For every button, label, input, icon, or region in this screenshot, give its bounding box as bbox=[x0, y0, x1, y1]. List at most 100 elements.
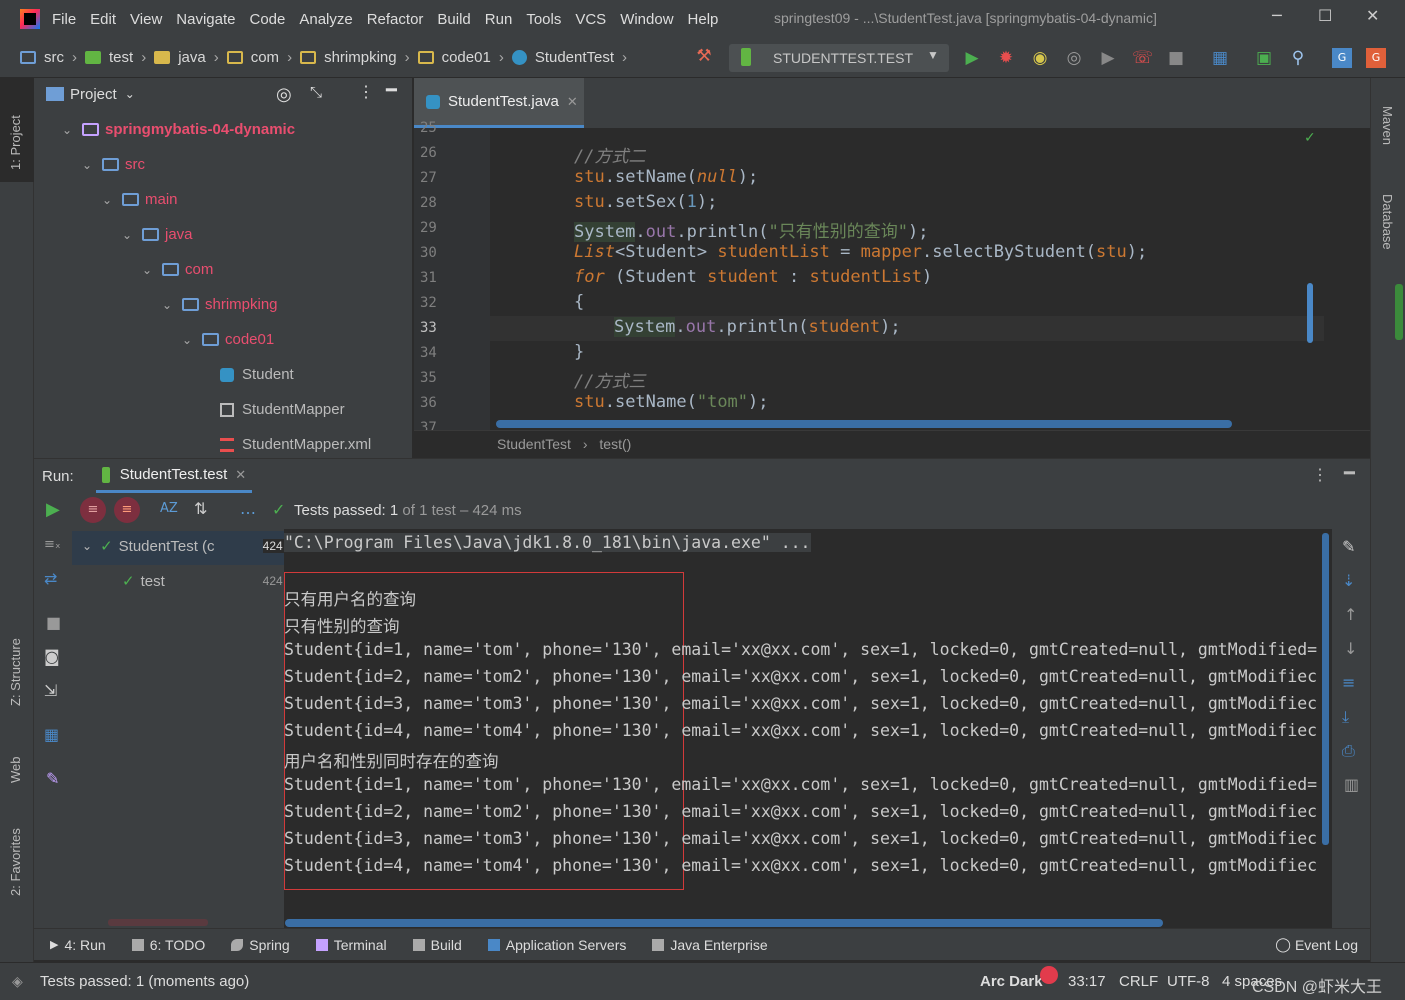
editor-tab-studenttest[interactable]: StudentTest.java ✕ bbox=[414, 78, 584, 128]
tool-tab-todo[interactable]: 6: TODO bbox=[131, 937, 205, 953]
translate-plugin-icon[interactable]: G bbox=[1366, 48, 1386, 68]
menu-analyze[interactable]: Analyze bbox=[299, 11, 352, 28]
horizontal-scrollbar[interactable] bbox=[496, 420, 1232, 428]
menu-view[interactable]: View bbox=[130, 11, 162, 28]
menu-edit[interactable]: Edit bbox=[90, 11, 116, 28]
tree-item-src[interactable]: ⌄ src bbox=[82, 147, 145, 182]
rerun-icon[interactable]: ▶ bbox=[46, 499, 60, 520]
arrow-up-icon[interactable]: ↑ bbox=[1344, 605, 1357, 624]
breadcrumb-code01[interactable]: code01 › bbox=[417, 49, 504, 66]
profile-icon[interactable]: ◎ bbox=[1064, 48, 1084, 68]
breadcrumb-studenttest[interactable]: StudentTest › bbox=[511, 49, 627, 66]
menu-refactor[interactable]: Refactor bbox=[367, 11, 424, 28]
breadcrumb-java[interactable]: java › bbox=[154, 49, 219, 66]
minimize-icon[interactable]: ─ bbox=[1272, 6, 1282, 25]
tool-tab-event-log[interactable]: ◯ Event Log bbox=[1275, 936, 1358, 953]
export-icon[interactable]: ⇲ bbox=[44, 681, 57, 700]
breadcrumb-method[interactable]: test() bbox=[599, 436, 631, 452]
build-hammer-icon[interactable]: ⚒ bbox=[694, 46, 714, 66]
tool-tab-web[interactable]: Web bbox=[8, 757, 23, 784]
code-line-27[interactable]: stu.setName(null); bbox=[574, 167, 758, 187]
tree-item-shrimpking[interactable]: ⌄ shrimpking bbox=[162, 287, 278, 322]
toggle-autotest-icon[interactable]: ⇄ bbox=[44, 569, 57, 588]
translate-icon[interactable]: G bbox=[1332, 48, 1352, 68]
sort-icon[interactable]: ⇣ bbox=[1342, 571, 1355, 590]
console-horizontal-scrollbar[interactable] bbox=[285, 919, 1163, 927]
tool-tab-terminal[interactable]: Terminal bbox=[315, 937, 387, 953]
code-line-33[interactable]: System.out.println(student); bbox=[614, 317, 901, 337]
trash-icon[interactable]: ▥ bbox=[1344, 775, 1359, 794]
code-line-35[interactable]: //方式三 bbox=[574, 367, 645, 392]
pin-icon[interactable]: ✎ bbox=[46, 769, 59, 788]
tree-item-com[interactable]: ⌄ com bbox=[142, 252, 213, 287]
menu-vcs[interactable]: VCS bbox=[575, 11, 606, 28]
theme-indicator[interactable]: Arc Dark bbox=[980, 973, 1043, 990]
terminal-icon[interactable]: ▣ bbox=[1254, 48, 1274, 68]
locate-icon[interactable]: ◎ bbox=[276, 84, 292, 105]
run-dashboard-icon[interactable]: ▶ bbox=[1098, 48, 1118, 68]
breadcrumb-com[interactable]: com › bbox=[226, 49, 292, 66]
menu-code[interactable]: Code bbox=[249, 11, 285, 28]
print-icon[interactable]: ⎙ bbox=[1342, 741, 1355, 761]
breadcrumb-shrimpking[interactable]: shrimpking › bbox=[300, 49, 410, 66]
run-icon[interactable]: ▶ bbox=[962, 48, 982, 68]
tree-item-java[interactable]: ⌄ java bbox=[122, 217, 193, 252]
menu-file[interactable]: File bbox=[52, 11, 76, 28]
code-line-32[interactable]: { bbox=[574, 292, 584, 312]
breadcrumb-class[interactable]: StudentTest bbox=[497, 436, 571, 452]
breadcrumb-test[interactable]: test › bbox=[85, 49, 146, 66]
menu-tools[interactable]: Tools bbox=[526, 11, 561, 28]
tool-tab-build[interactable]: Build bbox=[412, 937, 462, 953]
arrow-down-icon[interactable]: ↓ bbox=[1344, 639, 1357, 658]
show-passed-icon[interactable]: ≡ bbox=[80, 497, 106, 523]
caret-position[interactable]: 33:17 bbox=[1068, 973, 1106, 990]
vertical-scrollbar[interactable] bbox=[1307, 283, 1313, 343]
tool-tab-favorites[interactable]: 2: Favorites bbox=[8, 828, 23, 896]
menu-help[interactable]: Help bbox=[688, 11, 719, 28]
attach-debugger-icon[interactable]: ☏ bbox=[1132, 48, 1153, 68]
project-panel-title[interactable]: Project bbox=[70, 86, 117, 103]
code-line-28[interactable]: stu.setSex(1); bbox=[574, 192, 717, 212]
sort-alphabetically-icon[interactable]: AZ bbox=[160, 501, 178, 516]
tool-tab-run[interactable]: ▶ 4: Run bbox=[50, 937, 106, 953]
test-node-class[interactable]: ⌄ ✓ StudentTest (c 424 ms bbox=[82, 537, 302, 555]
code-line-34[interactable]: } bbox=[574, 342, 584, 362]
run-tab[interactable]: StudentTest.test ✕ bbox=[95, 459, 253, 493]
code-line-30[interactable]: List<Student> studentList = mapper.selec… bbox=[574, 242, 1147, 262]
tool-tab-database[interactable]: Database bbox=[1380, 194, 1395, 250]
tool-tab-application-servers[interactable]: Application Servers bbox=[487, 937, 626, 953]
tree-item-module[interactable]: ⌄ springmybatis-04-dynamic bbox=[62, 112, 295, 147]
tree-scrollbar[interactable] bbox=[108, 919, 208, 926]
tree-item-studentmapper-xml[interactable]: StudentMapper.xml bbox=[220, 427, 371, 462]
hide-panel-icon[interactable]: ━ bbox=[1344, 463, 1355, 484]
file-encoding[interactable]: UTF-8 bbox=[1167, 973, 1210, 990]
close-tab-icon[interactable]: ✕ bbox=[235, 467, 246, 483]
layers-icon[interactable]: ◈ bbox=[12, 973, 23, 990]
tree-item-student[interactable]: Student bbox=[220, 357, 294, 392]
chevron-down-icon[interactable]: ⌄ bbox=[125, 87, 135, 101]
console-output[interactable]: "C:\Program Files\Java\jdk1.8.0_181\bin\… bbox=[284, 529, 1332, 929]
options-icon[interactable]: ⋮ bbox=[358, 82, 374, 102]
hide-panel-icon[interactable]: ━ bbox=[386, 80, 397, 101]
code-line-36[interactable]: stu.setName("tom"); bbox=[574, 392, 769, 412]
debug-icon[interactable]: ✹ bbox=[996, 48, 1016, 68]
clear-all-icon[interactable]: ✎ bbox=[1342, 537, 1355, 556]
line-separator[interactable]: CRLF bbox=[1119, 973, 1158, 990]
code-line-26[interactable]: //方式二 bbox=[574, 142, 645, 167]
stop-icon[interactable]: ■ bbox=[1166, 48, 1186, 68]
layout-icon[interactable]: ▦ bbox=[44, 725, 59, 744]
show-ignored-icon[interactable]: ≡ bbox=[114, 497, 140, 523]
maximize-icon[interactable]: ☐ bbox=[1318, 6, 1332, 25]
camera-icon[interactable]: ◙ bbox=[44, 647, 60, 666]
code-line-31[interactable]: for (Student student : studentList) bbox=[574, 267, 932, 287]
stop-icon[interactable]: ■ bbox=[46, 613, 61, 632]
options-icon[interactable]: ⋮ bbox=[1312, 465, 1328, 485]
tree-item-code01[interactable]: ⌄ code01 bbox=[182, 322, 274, 357]
clear-filter-icon[interactable]: ≡ₓ bbox=[44, 537, 61, 552]
tool-tab-spring[interactable]: Spring bbox=[231, 937, 290, 953]
menu-navigate[interactable]: Navigate bbox=[176, 11, 235, 28]
console-vertical-scrollbar[interactable] bbox=[1322, 533, 1329, 845]
tool-tab-java-enterprise[interactable]: Java Enterprise bbox=[652, 937, 768, 953]
breadcrumb-src[interactable]: src › bbox=[20, 49, 77, 66]
tool-tab-structure[interactable]: Z: Structure bbox=[8, 638, 23, 706]
